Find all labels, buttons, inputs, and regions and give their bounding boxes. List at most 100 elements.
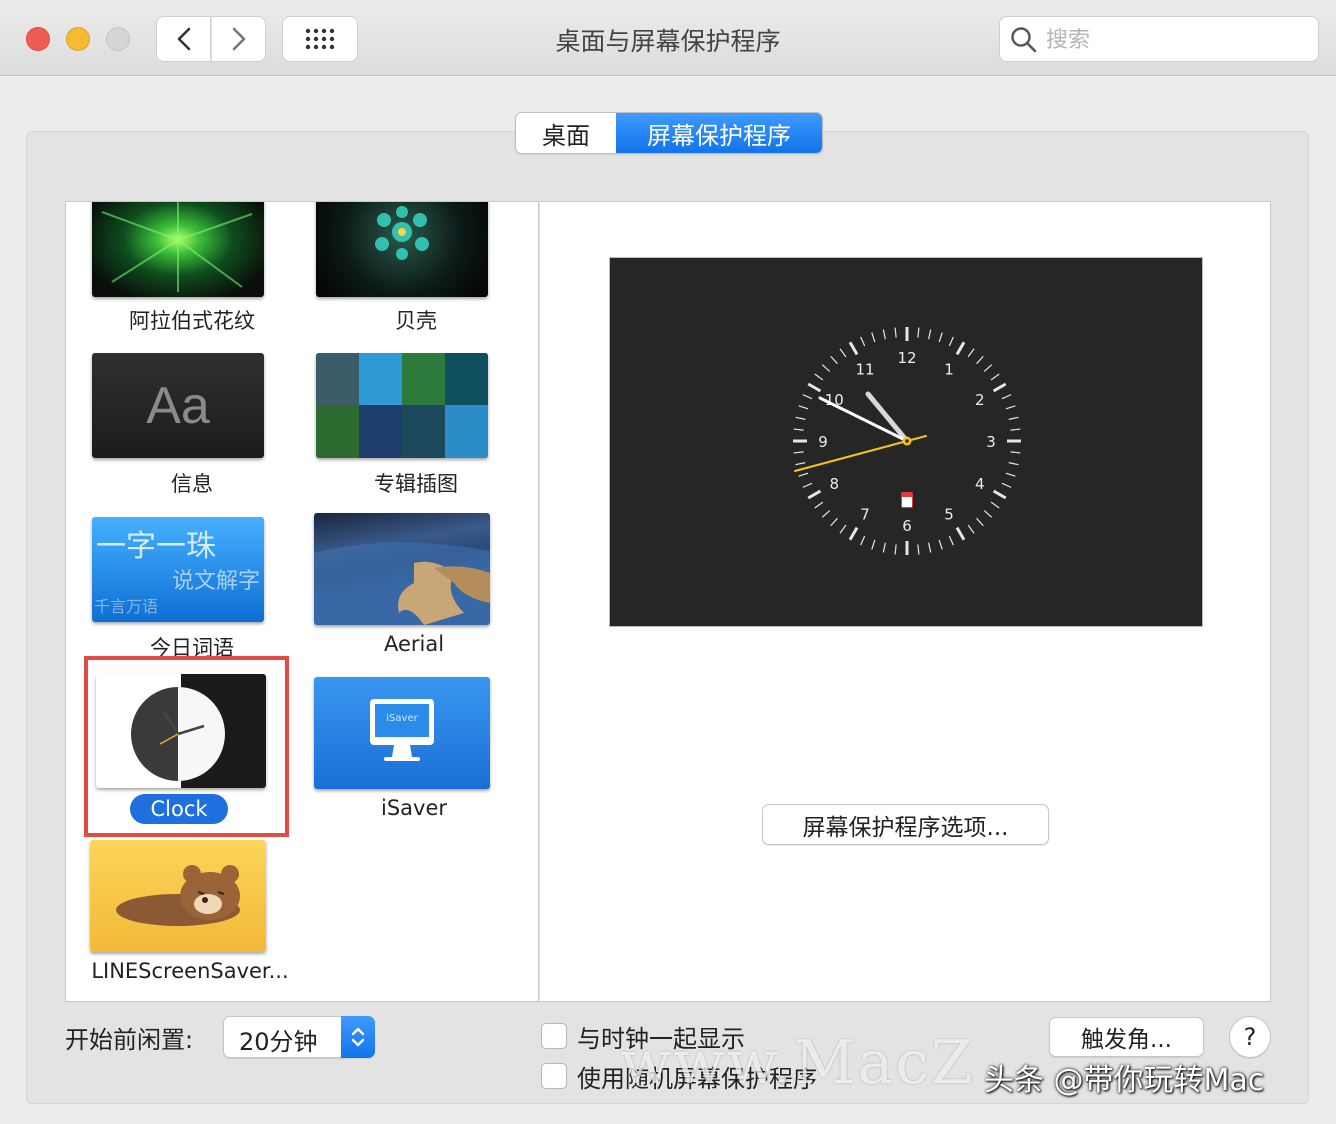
shell-thumbnail <box>316 202 488 297</box>
clock-tick <box>1005 472 1016 477</box>
word-thumb-text: 千言万语 <box>94 597 159 616</box>
watermark-logo: www.MacZ <box>620 1028 975 1098</box>
clock-numeral: 8 <box>829 475 839 493</box>
clock-tick <box>955 526 966 541</box>
random-screensaver-checkbox[interactable] <box>541 1063 567 1089</box>
screensaver-label: Aerial <box>383 632 445 656</box>
title-bar: 桌面与屏幕保护程序 <box>0 0 1336 76</box>
clock-tick <box>948 535 954 546</box>
clock-tick <box>967 524 975 534</box>
clock-tick <box>793 451 804 454</box>
show-all-button[interactable] <box>282 16 358 62</box>
clock-tick <box>992 382 1007 393</box>
show-all-grid-icon <box>305 28 335 50</box>
clock-numeral: 1 <box>944 360 954 378</box>
screensaver-label: 阿拉伯式花纹 <box>129 309 255 333</box>
clock-tick <box>871 332 876 343</box>
search-input[interactable] <box>1046 25 1306 55</box>
clock-numeral: 2 <box>975 391 985 409</box>
clock-tick <box>821 364 831 372</box>
clock-numeral: 12 <box>897 349 916 367</box>
album-artwork-thumbnail <box>316 353 488 458</box>
preview-clock-face: 121234567891011 <box>793 327 1021 555</box>
clock-tick <box>802 394 813 400</box>
screensaver-label: LINEScreenSaver... <box>91 959 289 983</box>
clock-tick <box>976 517 984 527</box>
clock-tick <box>983 364 993 372</box>
clock-tick <box>938 332 943 343</box>
clock-tick <box>807 382 822 393</box>
system-preferences-window: 桌面与屏幕保护程序 桌面 屏幕保护程序 阿拉伯式花纹 <box>0 0 1336 1124</box>
search-icon <box>1011 27 1037 53</box>
clock-tick <box>860 336 866 347</box>
clock-tick <box>990 501 1000 509</box>
clock-tick <box>938 539 943 550</box>
select-stepper-icon <box>341 1016 375 1058</box>
clock-tick <box>894 327 897 338</box>
show-with-clock-checkbox[interactable] <box>541 1023 567 1049</box>
clock-tick <box>830 517 838 527</box>
clock-tick <box>948 336 954 347</box>
idle-time-value: 20分钟 <box>239 1028 318 1056</box>
clock-tick <box>1001 394 1012 400</box>
minimize-window-button[interactable] <box>66 27 90 51</box>
screensaver-list[interactable]: 阿拉伯式花纹 贝壳 Aa 信息 专辑插图 一字一珠 说文解字 千言万语 今日词语… <box>65 201 539 1002</box>
clock-tick <box>928 329 932 340</box>
clock-tick <box>917 544 920 555</box>
clock-tick <box>814 501 824 509</box>
tab-screen-saver[interactable]: 屏幕保护程序 <box>616 113 822 153</box>
screensaver-label: 专辑插图 <box>374 472 458 496</box>
message-thumbnail: Aa <box>92 353 264 458</box>
clock-tick <box>802 482 813 488</box>
clock-tick <box>894 544 897 555</box>
clock-tick <box>793 428 804 431</box>
isaver-thumbnail: iSaver <box>314 677 490 789</box>
clock-tick <box>798 472 809 477</box>
aerial-thumbnail <box>314 513 490 625</box>
help-button[interactable]: ? <box>1229 1016 1271 1058</box>
idle-time-select[interactable]: 20分钟 <box>223 1016 375 1058</box>
clock-tick <box>807 489 822 500</box>
preview-screen: 12 1 2 3 4 5 6 7 8 9 10 11 <box>609 257 1203 627</box>
clock-tick <box>814 373 824 381</box>
tab-desktop[interactable]: 桌面 <box>516 113 616 153</box>
clock-tick <box>882 329 886 340</box>
chevron-right-icon <box>232 27 245 51</box>
clock-tick <box>871 539 876 550</box>
forward-button[interactable] <box>211 16 266 62</box>
line-thumbnail <box>90 840 266 952</box>
isaver-thumb-text: iSaver <box>386 713 418 724</box>
clock-tick <box>848 526 859 541</box>
clock-tick <box>928 542 932 553</box>
close-window-button[interactable] <box>26 27 50 51</box>
clock-tick <box>830 355 838 365</box>
clock-tick <box>983 510 993 518</box>
clock-numeral: 9 <box>818 433 828 451</box>
clock-tick <box>1010 428 1021 431</box>
tab-bar: 桌面 屏幕保护程序 <box>515 112 823 154</box>
search-field[interactable] <box>999 16 1319 62</box>
clock-numeral: 3 <box>986 433 996 451</box>
clock-tick <box>976 355 984 365</box>
clock-tick <box>798 405 809 410</box>
screensaver-label: iSaver <box>380 796 447 820</box>
message-thumb-text: Aa <box>146 376 210 435</box>
clock-tick <box>917 327 920 338</box>
screensaver-options-button[interactable]: 屏幕保护程序选项... <box>762 804 1049 845</box>
clock-tick <box>882 542 886 553</box>
clock-tick <box>848 341 859 356</box>
clock-numeral: 7 <box>860 506 870 524</box>
word-thumb-text: 一字一珠 <box>96 529 216 564</box>
clock-tick <box>955 341 966 356</box>
monitor-icon <box>370 699 434 761</box>
clock-tick <box>860 535 866 546</box>
hot-corners-button[interactable]: 触发角... <box>1049 1017 1204 1057</box>
clock-numeral: 4 <box>975 475 985 493</box>
back-button[interactable] <box>156 16 211 62</box>
clock-tick <box>990 373 1000 381</box>
clock-tick <box>1001 482 1012 488</box>
chevron-left-icon <box>177 27 190 51</box>
zoom-window-button[interactable] <box>106 27 130 51</box>
clock-tick <box>795 462 806 466</box>
clock-tick <box>1010 451 1021 454</box>
